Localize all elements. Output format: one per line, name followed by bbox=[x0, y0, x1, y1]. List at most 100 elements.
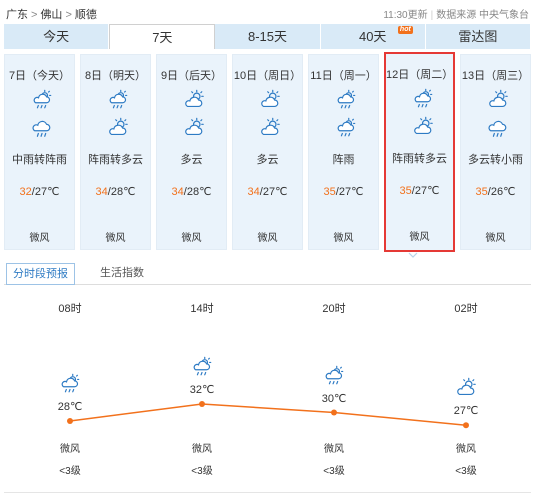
hour-wind-level: <3级 bbox=[455, 466, 477, 477]
tab-40-days[interactable]: 40天 hot bbox=[320, 24, 426, 49]
day-low-temp: /27℃ bbox=[335, 186, 364, 198]
breadcrumb-separator: > bbox=[31, 9, 38, 21]
divider bbox=[4, 492, 531, 493]
partly-cloudy-icon bbox=[259, 89, 281, 111]
partly-cloudy-icon bbox=[259, 117, 281, 139]
day-weather-desc: 中雨转阵雨 bbox=[12, 154, 67, 166]
hour-time: 02时 bbox=[454, 303, 478, 315]
tab-label: 40天 bbox=[358, 29, 387, 44]
day-temperature: 35/26℃ bbox=[461, 185, 530, 198]
temperature-point bbox=[331, 409, 337, 416]
tab-hourly-forecast[interactable]: 分时段预报 bbox=[6, 263, 75, 285]
day-card[interactable]: 8日（明天） 阵雨转多云 34/28℃ 微风 bbox=[80, 54, 151, 250]
day-card[interactable]: 11日（周一） 阵雨 35/27℃ 微风 bbox=[308, 54, 379, 250]
hour-time: 20时 bbox=[322, 303, 346, 315]
day-wind: 微风 bbox=[29, 233, 50, 244]
day-low-temp: /27℃ bbox=[259, 186, 288, 198]
tab-label: 7天 bbox=[152, 30, 173, 45]
breadcrumb-province[interactable]: 广东 bbox=[6, 6, 28, 22]
day-temperature: 34/27℃ bbox=[233, 185, 302, 198]
day-wind: 微风 bbox=[105, 233, 126, 244]
day-temperature: 35/27℃ bbox=[309, 185, 378, 198]
day-wind: 微风 bbox=[409, 232, 430, 243]
hour-time: 14时 bbox=[190, 303, 214, 315]
tab-radar[interactable]: 雷达图 bbox=[425, 24, 532, 49]
partly-cloudy-icon bbox=[183, 89, 205, 111]
day-wind: 微风 bbox=[333, 233, 354, 244]
tab-label: 8-15天 bbox=[247, 29, 288, 44]
day-weather-desc: 多云 bbox=[256, 154, 279, 166]
breadcrumb-district: 顺德 bbox=[74, 9, 97, 21]
temperature-point bbox=[67, 418, 73, 424]
hour-wind-level: <3级 bbox=[59, 466, 81, 477]
day-low-temp: /28℃ bbox=[183, 186, 212, 198]
hour-time: 08时 bbox=[58, 303, 82, 315]
day-weather-desc: 阵雨转多云 bbox=[392, 153, 447, 165]
update-info: 11:30更新 | 数据来源 中央气象台 bbox=[383, 6, 529, 21]
tab-7-days[interactable]: 7天 bbox=[109, 24, 216, 49]
partly-cloudy-icon bbox=[412, 116, 434, 138]
day-temperature: 34/28℃ bbox=[157, 185, 226, 198]
day-weather-desc: 阵雨转多云 bbox=[88, 154, 143, 166]
hour-temperature: 30℃ bbox=[321, 392, 347, 405]
thunder-shower-icon bbox=[59, 373, 81, 395]
thunder-shower-icon bbox=[335, 89, 357, 111]
day-high-temp: 34 bbox=[171, 186, 184, 198]
partly-cloudy-icon bbox=[107, 117, 129, 139]
day-date: 12日（周二） bbox=[386, 69, 454, 81]
day-low-temp: /27℃ bbox=[411, 185, 440, 197]
hour-wind-level: <3级 bbox=[323, 466, 345, 477]
day-wind: 微风 bbox=[181, 233, 202, 244]
day-high-temp: 34 bbox=[95, 186, 108, 198]
day-high-temp: 35 bbox=[475, 186, 488, 198]
hour-wind: 微风 bbox=[192, 444, 212, 455]
update-time: 11:30更新 bbox=[383, 10, 428, 21]
day-high-temp: 35 bbox=[399, 185, 412, 197]
temperature-point bbox=[463, 422, 469, 429]
day-card[interactable]: 12日（周二） 阵雨转多云 35/27℃ 微风 bbox=[384, 52, 455, 252]
hour-wind-level: <3级 bbox=[191, 466, 213, 477]
data-source: 数据来源 中央气象台 bbox=[436, 10, 529, 21]
day-date: 8日（明天） bbox=[84, 70, 147, 82]
hour-wind: 微风 bbox=[60, 444, 80, 455]
hour-wind: 微风 bbox=[324, 444, 344, 455]
breadcrumb-city[interactable]: 佛山 bbox=[40, 6, 62, 22]
day-date: 9日（后天） bbox=[160, 70, 223, 82]
day-wind: 微风 bbox=[485, 233, 506, 244]
breadcrumb-separator: > bbox=[65, 9, 72, 21]
day-temperature: 32/27℃ bbox=[5, 185, 74, 198]
day-card[interactable]: 7日（今天） 中雨转阵雨 32/27℃ 微风 bbox=[4, 54, 75, 250]
thunder-shower-icon bbox=[31, 89, 53, 111]
forecast-tabs: 今天 7天 8-15天 40天 hot 雷达图 bbox=[4, 24, 532, 49]
thunder-shower-icon bbox=[335, 117, 357, 139]
day-date: 11日（周一） bbox=[310, 70, 377, 82]
day-high-temp: 35 bbox=[323, 186, 336, 198]
hour-temperature: 32℃ bbox=[189, 384, 215, 396]
day-card[interactable]: 10日（周日） 多云 34/27℃ 微风 bbox=[232, 54, 303, 250]
breadcrumb: 广东 > 佛山 > 顺德 bbox=[6, 6, 97, 22]
day-low-temp: /28℃ bbox=[107, 186, 136, 198]
day-date: 10日（周日） bbox=[233, 70, 302, 82]
tab-today[interactable]: 今天 bbox=[4, 24, 110, 49]
day-card[interactable]: 9日（后天） 多云 34/28℃ 微风 bbox=[156, 54, 227, 250]
day-wind: 微风 bbox=[257, 233, 278, 244]
day-temperature: 34/28℃ bbox=[81, 185, 150, 198]
hourly-forecast: 08时 28℃ 微风 <3级 14时 32℃ 微风 <3级 20时 30℃ 微风 <3级 02时 27℃ 微… bbox=[0, 290, 535, 500]
partly-cloudy-icon bbox=[183, 117, 205, 139]
thunder-shower-icon bbox=[191, 356, 213, 378]
day-weather-desc: 阵雨 bbox=[332, 154, 355, 166]
day-high-temp: 34 bbox=[247, 186, 260, 198]
day-card[interactable]: 13日（周三） 多云转小雨 35/26℃ 微风 bbox=[460, 54, 531, 250]
tab-life-index[interactable]: 生活指数 bbox=[94, 263, 150, 285]
day-date: 13日（周三） bbox=[461, 70, 530, 82]
update-divider: | bbox=[430, 10, 434, 21]
rain-icon bbox=[487, 117, 509, 139]
partly-cloudy-icon bbox=[455, 377, 477, 399]
hour-temperature: 28℃ bbox=[57, 401, 83, 413]
thunder-shower-icon bbox=[107, 89, 129, 111]
temperature-point bbox=[199, 401, 205, 407]
tab-8-15-days[interactable]: 8-15天 bbox=[215, 24, 321, 49]
day-temperature: 35/27℃ bbox=[386, 184, 453, 197]
thunder-shower-icon bbox=[412, 88, 434, 110]
top-bar: 广东 > 佛山 > 顺德 11:30更新 | 数据来源 中央气象台 bbox=[0, 0, 535, 22]
